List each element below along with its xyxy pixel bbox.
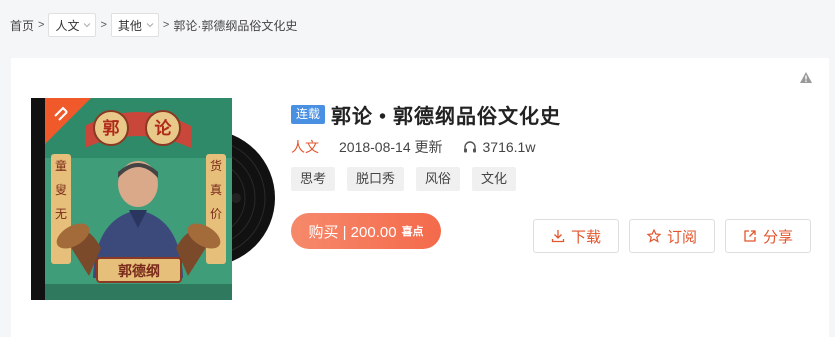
- breadcrumb-home-link[interactable]: 首页: [10, 17, 34, 34]
- category-link[interactable]: 人文: [291, 137, 319, 157]
- breadcrumb-separator: >: [162, 19, 170, 31]
- serial-status-badge: 连载: [291, 104, 326, 124]
- breadcrumb-category-dropdown[interactable]: 人文: [48, 13, 97, 37]
- svg-text:真: 真: [210, 183, 222, 197]
- update-date: 2018-08-14 更新: [339, 139, 443, 155]
- share-button-label: 分享: [762, 228, 793, 246]
- headphone-icon: [463, 141, 476, 153]
- play-count: 3716.1w: [463, 139, 536, 155]
- svg-text:童: 童: [55, 158, 67, 173]
- download-button[interactable]: 下载: [533, 219, 619, 253]
- breadcrumb-category-label: 人文: [55, 18, 80, 33]
- title-row: 连载 郭论 • 郭德纲品俗文化史: [291, 102, 821, 128]
- breadcrumb-current: 郭论·郭德纲品俗文化史: [173, 18, 298, 33]
- star-icon: [646, 229, 661, 243]
- tag[interactable]: 风俗: [416, 167, 461, 191]
- buy-button-unit: 喜点: [401, 226, 424, 238]
- buy-button-label: 购买 | 200.00: [308, 223, 397, 241]
- svg-text:无: 无: [55, 207, 67, 221]
- tag[interactable]: 文化: [472, 167, 517, 191]
- svg-text:郭德纲: 郭德纲: [118, 263, 160, 280]
- play-count-value: 3716.1w: [482, 139, 536, 155]
- album-artwork[interactable]: 郭 论 童 叟 无 货 真 价 郭德纲: [31, 98, 277, 300]
- breadcrumb-subcategory-dropdown[interactable]: 其他: [110, 13, 159, 37]
- buy-button[interactable]: 购买 | 200.00 喜点: [291, 213, 441, 249]
- chevron-down-icon: [84, 23, 91, 28]
- breadcrumb-subcategory-label: 其他: [117, 18, 142, 33]
- tag[interactable]: 思考: [291, 167, 336, 191]
- svg-text:叟: 叟: [55, 183, 67, 197]
- tag-list: 思考 脱口秀 风俗 文化: [291, 167, 821, 191]
- download-icon: [551, 230, 565, 243]
- warning-triangle-icon[interactable]: [799, 71, 813, 84]
- svg-text:郭: 郭: [103, 118, 120, 139]
- share-button[interactable]: 分享: [725, 219, 811, 253]
- breadcrumb: 首页 > 人文 > 其他 > 郭论·郭德纲品俗文化史: [10, 12, 297, 38]
- subscribe-button-label: 订阅: [666, 228, 697, 246]
- breadcrumb-separator: >: [100, 19, 107, 31]
- meta-row: 人文 2018-08-14 更新 3716.1w: [291, 137, 821, 157]
- corner-logo-icon: [45, 98, 91, 144]
- svg-text:价: 价: [210, 207, 222, 221]
- breadcrumb-separator: >: [38, 19, 45, 31]
- subscribe-button[interactable]: 订阅: [629, 219, 715, 253]
- share-icon: [744, 230, 756, 242]
- download-button-label: 下载: [570, 228, 601, 246]
- svg-text:论: 论: [155, 118, 173, 139]
- album-card: 郭 论 童 叟 无 货 真 价 郭德纲 连载 郭论 • 郭德纲品俗文化史 人文 …: [11, 58, 829, 337]
- album-title: 郭论 • 郭德纲品俗文化史: [331, 105, 562, 128]
- tag[interactable]: 脱口秀: [347, 167, 405, 191]
- cover-spine: [31, 98, 45, 300]
- svg-text:货: 货: [210, 158, 222, 173]
- chevron-down-icon: [146, 23, 154, 28]
- album-cover: 郭 论 童 叟 无 货 真 价 郭德纲: [31, 98, 232, 300]
- album-info: 连载 郭论 • 郭德纲品俗文化史 人文 2018-08-14 更新 3716.1…: [291, 102, 821, 253]
